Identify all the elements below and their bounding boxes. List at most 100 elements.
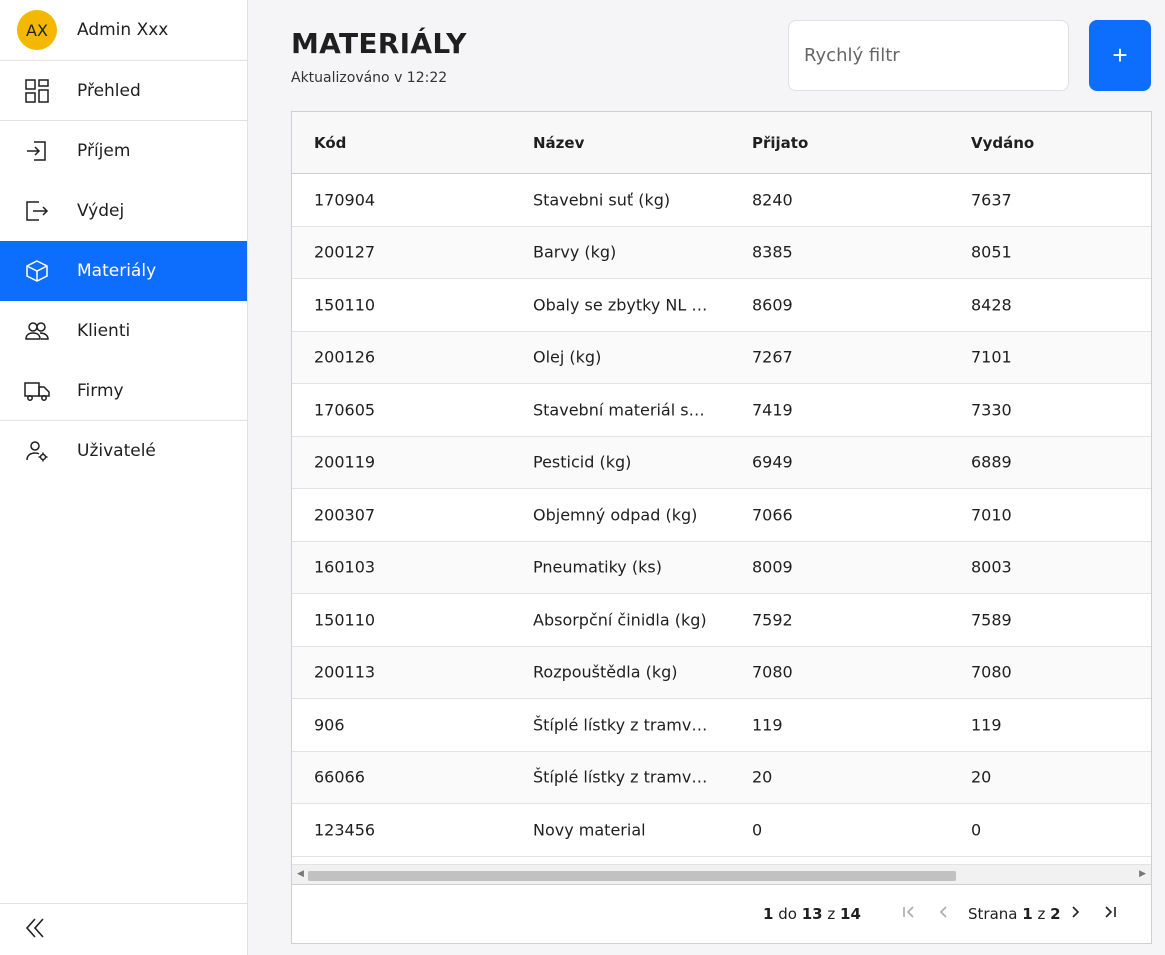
scrollbar-thumb[interactable] — [308, 871, 956, 881]
table-row[interactable]: 160103 Pneumatiky (ks) 8009 8003 — [292, 541, 1151, 594]
range-to: 13 — [801, 905, 823, 923]
table-cell: 20 — [971, 767, 992, 787]
sidebar-item-vydej[interactable]: Výdej — [0, 181, 247, 241]
table-cell: 170904 — [314, 190, 376, 210]
scroll-left-icon[interactable]: ◀ — [297, 869, 304, 879]
table-cell: 7637 — [971, 190, 1012, 210]
sidebar-item-label: Uživatelé — [77, 441, 156, 461]
table-row[interactable]: 200127 Barvy (kg) 8385 8051 — [292, 226, 1151, 279]
table-cell: 7419 — [752, 400, 793, 420]
table-cell: Rozpouštědla (kg) — [533, 662, 678, 682]
table-cell: 66066 — [314, 767, 365, 787]
column-header-vydano[interactable]: Vydáno — [971, 134, 1146, 152]
table-cell: 8009 — [752, 557, 793, 577]
page-indicator: Strana 1 z 2 — [968, 905, 1061, 923]
table-cell: Štíplé lístky z tramvaje — [533, 767, 708, 787]
table-cell: 160103 — [314, 557, 376, 577]
user-name: Admin Xxx — [77, 20, 169, 40]
table-row[interactable]: 170605 Stavební materiál s ... 7419 7330 — [292, 384, 1151, 437]
box-icon — [24, 258, 50, 284]
table-cell: 119 — [752, 715, 783, 735]
table-row[interactable]: 200113 Rozpouštědla (kg) 7080 7080 — [292, 646, 1151, 699]
table-row[interactable]: 66066 Štíplé lístky z tramvaje 20 20 — [292, 751, 1151, 804]
table-cell: 7589 — [971, 610, 1012, 630]
table-cell: 6889 — [971, 452, 1012, 472]
dashboard-icon — [24, 78, 50, 104]
table-cell: Pneumatiky (ks) — [533, 557, 662, 577]
sidebar-item-materialy[interactable]: Materiály — [0, 241, 247, 301]
table-body: 170904 Stavebni suť (kg) 8240 7637 200127 Bar… — [292, 174, 1151, 857]
table-row[interactable]: 123456 Novy material 0 0 — [292, 804, 1151, 857]
table-cell: 8385 — [752, 242, 793, 262]
sidebar-item-label: Přehled — [77, 80, 141, 101]
double-chevron-left-icon — [24, 917, 46, 943]
range-from: 1 — [763, 905, 774, 923]
table-cell: 7080 — [971, 662, 1012, 682]
last-page-icon[interactable] — [1103, 904, 1117, 923]
table-cell: 200127 — [314, 242, 376, 262]
table-cell: 150110 — [314, 295, 376, 315]
sidebar-item-klienti[interactable]: Klienti — [0, 301, 247, 361]
collapse-sidebar-button[interactable] — [0, 903, 247, 955]
table-cell: 7080 — [752, 662, 793, 682]
current-page: 1 — [1022, 905, 1033, 923]
table-cell: 170605 — [314, 400, 376, 420]
sidebar-item-prehled[interactable]: Přehled — [0, 61, 247, 121]
user-profile[interactable]: AX Admin Xxx — [0, 0, 247, 61]
sidebar-item-label: Firmy — [77, 380, 124, 401]
horizontal-scrollbar[interactable]: ◀ ▶ — [292, 864, 1151, 884]
sidebar-item-label: Klienti — [77, 321, 131, 341]
column-header-nazev[interactable]: Název — [533, 134, 708, 152]
table-cell: 8428 — [971, 295, 1012, 315]
table-row[interactable]: 150110 Obaly se zbytky NL (... 8609 8428 — [292, 279, 1151, 332]
truck-icon — [24, 378, 50, 404]
table-cell: 20 — [752, 767, 773, 787]
column-header-prijato[interactable]: Přijato — [752, 134, 942, 152]
table-cell: 8609 — [752, 295, 793, 315]
updated-timestamp: Aktualizováno v 12:22 — [291, 70, 448, 86]
add-material-button[interactable]: + — [1089, 20, 1151, 91]
table-row[interactable]: 200119 Pesticid (kg) 6949 6889 — [292, 436, 1151, 489]
table-row[interactable]: 906 Štíplé lístky z tramvaje 119 119 — [292, 699, 1151, 752]
table-cell: Stavební materiál s ... — [533, 400, 708, 420]
table-cell: 200119 — [314, 452, 376, 472]
table-cell: 8240 — [752, 190, 793, 210]
logout-icon — [24, 198, 50, 224]
users-icon — [24, 318, 50, 344]
table-cell: 7101 — [971, 347, 1012, 367]
table-cell: 0 — [752, 820, 763, 840]
sidebar-item-label: Výdej — [77, 201, 125, 221]
table-row[interactable]: 200307 Objemný odpad (kg) 7066 7010 — [292, 489, 1151, 542]
table-row[interactable]: 170904 Stavebni suť (kg) 8240 7637 — [292, 174, 1151, 227]
sidebar-item-prijem[interactable]: Příjem — [0, 121, 247, 181]
range-word-of: z — [827, 905, 836, 923]
previous-page-icon[interactable] — [937, 904, 951, 923]
table-cell: 8003 — [971, 557, 1012, 577]
table-cell: 8051 — [971, 242, 1012, 262]
table-row[interactable]: 200126 Olej (kg) 7267 7101 — [292, 331, 1151, 384]
sidebar-item-uzivatele[interactable]: Uživatelé — [0, 421, 247, 481]
table-cell: 7592 — [752, 610, 793, 630]
column-header-kod[interactable]: Kód — [314, 134, 504, 152]
scroll-right-icon[interactable]: ▶ — [1139, 869, 1146, 879]
materials-table: Kód Název Přijato Vydáno 170904 Stavebni … — [291, 111, 1152, 944]
sidebar-item-firmy[interactable]: Firmy — [0, 361, 247, 421]
avatar[interactable]: AX — [17, 10, 57, 50]
quick-filter-input[interactable] — [788, 20, 1069, 91]
total-pages: 2 — [1050, 905, 1061, 923]
table-cell: Barvy (kg) — [533, 242, 617, 262]
table-cell: 906 — [314, 715, 345, 735]
table-cell: Stavebni suť (kg) — [533, 190, 671, 210]
table-cell: 7267 — [752, 347, 793, 367]
sidebar-item-label: Příjem — [77, 141, 131, 161]
table-row[interactable]: 150110 Absorpční činidla (kg) 7592 7589 — [292, 594, 1151, 647]
table-cell: 7010 — [971, 505, 1012, 525]
next-page-icon[interactable] — [1068, 904, 1082, 923]
table-cell: 123456 — [314, 820, 376, 840]
user-settings-icon — [24, 438, 50, 464]
first-page-icon[interactable] — [902, 904, 916, 923]
range-word-to: do — [778, 905, 797, 923]
table-cell: 0 — [971, 820, 982, 840]
table-cell: 7330 — [971, 400, 1012, 420]
table-cell: 6949 — [752, 452, 793, 472]
